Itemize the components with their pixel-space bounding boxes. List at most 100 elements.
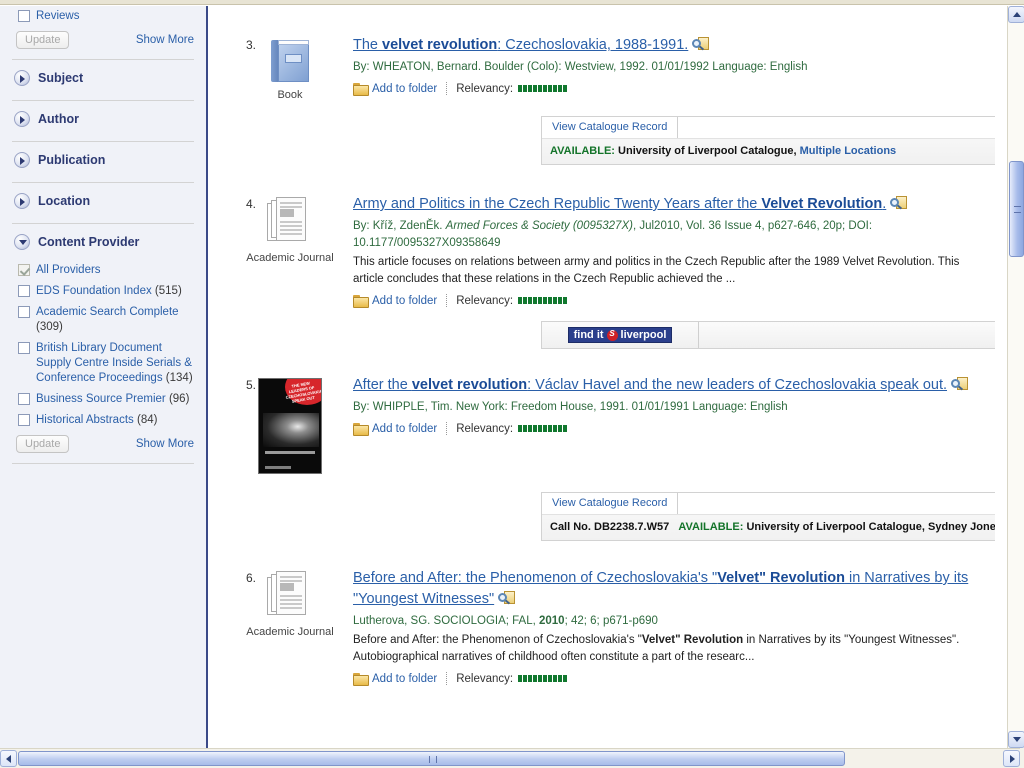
facet-item-all-providers[interactable]: All Providers <box>8 260 198 281</box>
result-actions: Add to folder Relevancy: <box>353 422 983 436</box>
facet-item-british-library-dsc[interactable]: British Library Document Supply Centre I… <box>8 338 198 389</box>
checkbox-all-providers[interactable] <box>18 264 30 276</box>
scroll-left-arrow-icon[interactable] <box>0 750 17 767</box>
facet-label-historical-abstracts[interactable]: Historical Abstracts <box>36 414 134 426</box>
holdings-location-link[interactable]: Multiple Locations <box>800 145 897 157</box>
result-thumbnail[interactable]: THE NEW LEADERS OF CZECHOSLOVAKIA SPEAK … <box>246 370 334 474</box>
call-number: Call No. DB2238.7.W57 <box>550 521 670 533</box>
action-divider <box>446 82 448 95</box>
add-to-folder-link[interactable]: Add to folder <box>372 673 437 685</box>
view-catalogue-record-link[interactable]: View Catalogue Record <box>542 493 679 514</box>
scroll-up-arrow-icon[interactable] <box>1008 6 1024 23</box>
preview-magnifier-icon[interactable] <box>692 37 710 52</box>
find-it-liverpool-button[interactable]: find it liverpool <box>567 327 673 343</box>
result-body: The velvet revolution: Czechoslovakia, 1… <box>334 30 995 102</box>
preview-magnifier-icon[interactable] <box>890 196 908 211</box>
update-button-provider[interactable]: Update <box>16 435 70 453</box>
checkbox-british-library-dsc[interactable] <box>18 342 30 354</box>
checkbox-historical-abstracts[interactable] <box>18 414 30 426</box>
folder-icon <box>353 673 369 686</box>
holdings-location: Sydney Jones Library <box>927 521 995 533</box>
result-body: Before and After: the Phenomenon of Czec… <box>334 563 995 686</box>
result-thumbnail[interactable]: Academic Journal <box>246 189 334 307</box>
result-item: 5. THE NEW LEADERS OF CZECHOSLOVAKIA SPE… <box>211 349 995 474</box>
add-to-folder-link[interactable]: Add to folder <box>372 295 437 307</box>
update-button-top[interactable]: Update <box>16 31 70 49</box>
view-catalogue-record-link[interactable]: View Catalogue Record <box>542 117 679 138</box>
facet-item-academic-search-complete[interactable]: Academic Search Complete (309) <box>8 302 198 338</box>
horizontal-scrollbar[interactable] <box>0 748 1024 768</box>
add-to-folder-link[interactable]: Add to folder <box>372 423 437 435</box>
facet-group-subject[interactable]: Subject <box>8 60 198 96</box>
relevancy-bar <box>518 425 568 432</box>
result-byline: By: Kříž, ZdenĚk. Armed Forces & Society… <box>353 218 983 252</box>
add-to-folder-link[interactable]: Add to folder <box>372 83 437 95</box>
title-pre: The <box>353 37 383 53</box>
result-abstract: Before and After: the Phenomenon of Czec… <box>353 632 983 666</box>
vertical-scrollbar[interactable] <box>1007 6 1024 748</box>
facet-group-author[interactable]: Author <box>8 101 198 137</box>
preview-magnifier-icon[interactable] <box>498 591 516 606</box>
window-top-strip <box>0 0 1024 5</box>
relevancy-bar <box>518 675 568 682</box>
title-highlight: Velvet Revolution <box>761 196 883 212</box>
facet-group-publication[interactable]: Publication <box>8 142 198 178</box>
result-title-link[interactable]: Before and After: the Phenomenon of Czec… <box>353 568 983 610</box>
availability-status: AVAILABLE: <box>678 521 744 533</box>
facet-group-title-author: Author <box>38 112 79 126</box>
checkbox-eds-foundation-index[interactable] <box>18 285 30 297</box>
scroll-down-arrow-icon[interactable] <box>1008 731 1024 748</box>
holdings-panel: View Catalogue Record Call No. DB2238.7.… <box>541 492 995 541</box>
facet-label-business-source-premier[interactable]: Business Source Premier <box>36 393 166 405</box>
preview-magnifier-icon[interactable] <box>951 377 969 392</box>
action-divider <box>446 294 448 307</box>
facet-item-eds-foundation-index[interactable]: EDS Foundation Index (515) <box>8 281 198 302</box>
facet-item-historical-abstracts[interactable]: Historical Abstracts (84) <box>8 410 198 431</box>
result-thumbnail[interactable]: Book <box>246 30 334 102</box>
facet-item-business-source-premier[interactable]: Business Source Premier (96) <box>8 389 198 410</box>
find-it-cell: find it liverpool <box>542 322 699 348</box>
action-divider <box>446 422 448 435</box>
facet-group-content-provider[interactable]: Content Provider <box>8 224 198 260</box>
relevancy-bar <box>518 85 568 92</box>
action-divider <box>446 672 448 685</box>
result-abstract: This article focuses on relations betwee… <box>353 256 960 285</box>
result-thumbnail[interactable]: Academic Journal <box>246 563 334 685</box>
result-byline: By: WHEATON, Bernard. Boulder (Colo): We… <box>353 61 808 73</box>
facet-label-all-providers[interactable]: All Providers <box>36 264 101 276</box>
show-more-link-provider[interactable]: Show More <box>136 438 194 450</box>
result-type-label: Book <box>277 89 303 101</box>
facet-count-british-library-dsc: (134) <box>165 372 193 384</box>
result-title-link[interactable]: After the velvet revolution: Václav Have… <box>353 375 983 396</box>
results-list: 3. Book The velvet revolution: Czechoslo… <box>211 6 995 748</box>
catalogue-name: University of Liverpool Catalogue, <box>746 521 925 533</box>
horizontal-scrollbar-thumb[interactable] <box>18 751 845 766</box>
facet-group-title-subject: Subject <box>38 71 84 85</box>
result-title-link[interactable]: The velvet revolution: Czechoslovakia, 1… <box>353 35 983 56</box>
checkbox-business-source-premier[interactable] <box>18 393 30 405</box>
scroll-right-arrow-icon[interactable] <box>1003 750 1020 767</box>
academic-journal-icon <box>267 197 313 247</box>
checkbox-reviews[interactable] <box>18 10 30 22</box>
show-more-link-top[interactable]: Show More <box>136 34 194 46</box>
holdings-tabrow: View Catalogue Record <box>542 493 995 515</box>
checkbox-academic-search-complete[interactable] <box>18 306 30 318</box>
facet-group-location[interactable]: Location <box>8 183 198 219</box>
result-byline: By: WHIPPLE, Tim. New York: Freedom Hous… <box>353 401 788 413</box>
title-pre: Army and Politics in the Czech Republic … <box>353 196 762 212</box>
vertical-scrollbar-thumb[interactable] <box>1009 161 1024 257</box>
title-highlight: velvet revolution <box>411 377 528 393</box>
facet-label-academic-search-complete[interactable]: Academic Search Complete <box>36 306 179 318</box>
result-title-link[interactable]: Army and Politics in the Czech Republic … <box>353 194 983 215</box>
facet-label-reviews[interactable]: Reviews <box>36 9 79 24</box>
facet-label-eds-foundation-index[interactable]: EDS Foundation Index <box>36 285 152 297</box>
chevron-right-icon <box>14 193 30 209</box>
facet-item-reviews[interactable]: Reviews <box>8 6 198 27</box>
catalogue-name: University of Liverpool Catalogue, <box>618 145 797 157</box>
chevron-right-icon <box>14 152 30 168</box>
find-it-post: liverpool <box>620 329 667 341</box>
title-pre: After the <box>353 377 412 393</box>
relevancy-label: Relevancy: <box>456 672 514 685</box>
byline-year: 2010 <box>539 615 565 627</box>
relevancy-label: Relevancy: <box>456 294 514 307</box>
